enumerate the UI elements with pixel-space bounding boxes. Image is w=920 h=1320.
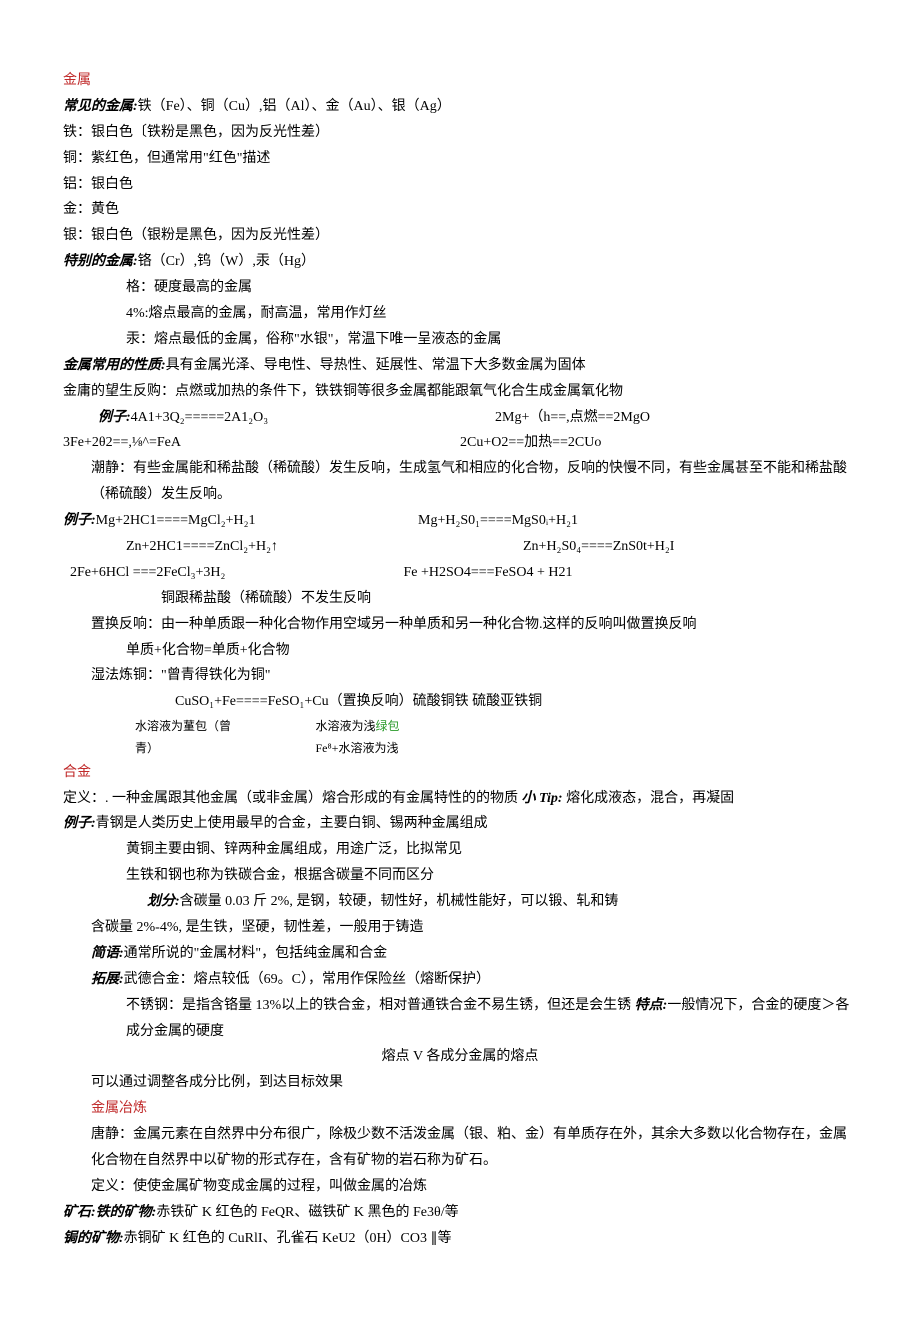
text-special: 铬（Cr）,钨（W）,汞（Hg） xyxy=(138,254,315,269)
line-cu-no-react: 铜跟稀盐酸（稀硫酸）不发生反响 xyxy=(63,586,857,612)
eq-mg-h2so4: Mg+H₂S0₁====MgS0ᵢ+H₂1 xyxy=(418,508,857,534)
label-brief: 简语: xyxy=(91,946,124,961)
eq-mg-o2: 2Mg+（h==,点燃==2MgO xyxy=(495,405,857,431)
line-divide: 划分:含碳量 0.03 斤 2%, 是钢，较硬，韧性好，机械性能好，可以锻、轧和… xyxy=(63,889,857,915)
text-common: 铁（Fe）、铜（Cu）,铝（Al）、金（Au）、银（Ag） xyxy=(138,99,451,114)
line-wet-smelt: 湿法炼铜："曾青得铁化为铜" xyxy=(63,663,857,689)
eq-zn-h2so4: Zn+H₂S0₄====ZnS0t+H₂I xyxy=(523,534,857,560)
row-equation-4: Zn+2HC1====ZnCl₂+H₂↑ Zn+H₂S0₄====ZnS0t+H… xyxy=(63,534,857,560)
text-alloy-def: 定义：. 一种金属跟其他金属（或非金属）熔合形成的有金属特性的的物质 xyxy=(63,791,522,806)
label-iron-ore: 矿石:铁的矿物: xyxy=(63,1205,156,1220)
eq-zn-hcl: Zn+2HC1====ZnCl₂+H₂↑ xyxy=(63,534,523,560)
eq-al-o2: 4A1+3Q₂=====2A1₂O₃ xyxy=(131,410,268,425)
label-copper-ore: 锔的矿物: xyxy=(63,1231,124,1246)
line-displacement-eq: 单质+化合物=单质+化合物 xyxy=(63,638,857,664)
text-expand: 武德合金：熔点较低（69。C），常用作保险丝（熔断保护） xyxy=(124,972,490,987)
line-melting-point: 熔点 V 各成分金属的熔点 xyxy=(63,1044,857,1070)
label-special: 特别的金属: xyxy=(63,254,138,269)
line-gold: 金：黄色 xyxy=(63,197,857,223)
eq-fe-hcl: 2Fe+6HCl ===2FeCl₃+3H₂ xyxy=(63,560,403,586)
line-combustion: 金庸的望生反购：点燃或加热的条件下，铁铁铜等很多金属都能跟氧气化合生成金属氧化物 xyxy=(63,379,857,405)
label-expand: 拓展: xyxy=(91,972,124,987)
label-tip: 小 Tip: xyxy=(522,791,563,806)
line-smelt-intro: 唐静：金属元素在自然界中分布很广，除极少数不活泼金属（银、粕、金）有单质存在外，… xyxy=(63,1122,857,1174)
text-iron-ore: 赤铁矿 K 红色的 FeQR、磁铁矿 K 黑色的 Fe3θ/等 xyxy=(156,1205,458,1220)
text-tip: 熔化成液态，混合，再凝固 xyxy=(563,791,735,806)
section-title-smelting: 金属冶炼 xyxy=(63,1096,857,1122)
line-acid-desc: 潮静：有些金属能和稀盐酸（稀硫酸）发生反响，生成氢气和相应的化合物，反响的快慢不… xyxy=(63,456,857,508)
line-iron-steel: 生铁和钢也称为铁碳合金，根据含碳量不同而区分 xyxy=(63,863,857,889)
row-equation-1: 例子:4A1+3Q₂=====2A1₂O₃ 2Mg+（h==,点燃==2MgO xyxy=(63,405,857,431)
row-equation-2: 3Fe+2θ2==,⅛^=FeA 2Cu+O2==加热==2CUo xyxy=(63,430,857,456)
eq-fe-o2: 3Fe+2θ2==,⅛^=FeA xyxy=(63,430,460,456)
row-equation-3: 例子:Mg+2HC1====MgCl₂+H₂1 Mg+H₂S0₁====MgS0… xyxy=(63,508,857,534)
line-brass: 黄铜主要由铜、锌两种金属组成，用途广泛，比拟常见 xyxy=(63,837,857,863)
line-stainless: 不锈钢：是指含铬量 13%以上的铁合金，相对普通铁合金不易生锈，但还是会生锈 特… xyxy=(63,993,857,1045)
text-properties: 具有金属光泽、导电性、导热性、延展性、常温下大多数金属为固体 xyxy=(166,358,586,373)
text-stainless: 不锈钢：是指含铬量 13%以上的铁合金，相对普通铁合金不易生锈，但还是会生锈 xyxy=(126,998,635,1013)
line-aluminum: 铝：银白色 xyxy=(63,172,857,198)
eq-fe-h2so4: Fe +H2SO4===FeSO4 + H21 xyxy=(403,560,857,586)
row-equation-5: 2Fe+6HCl ===2FeCl₃+3H₂ Fe +H2SO4===FeSO4… xyxy=(63,560,857,586)
line-smelt-def: 定义：使使金属矿物变成金属的过程，叫做金属的冶炼 xyxy=(63,1174,857,1200)
text-bronze: 青钢是人类历史上使用最早的合金，主要白铜、锡两种金属组成 xyxy=(96,816,488,831)
label-example-1: 例子: xyxy=(98,410,131,425)
line-iron-ore: 矿石:铁的矿物:赤铁矿 K 红色的 FeQR、磁铁矿 K 黑色的 Fe3θ/等 xyxy=(63,1200,857,1226)
eq-cu-o2: 2Cu+O2==加热==2CUo xyxy=(460,430,857,456)
line-tungsten: 4%:熔点最高的金属，耐高温，常用作灯丝 xyxy=(63,301,857,327)
line-wet-eq: CuSO₁+Fe====FeSO₁+Cu（置换反响）硫酸铜铁 硫酸亚铁铜 xyxy=(63,689,857,715)
line-alloy-example: 例子:青钢是人类历史上使用最早的合金，主要白铜、锡两种金属组成 xyxy=(63,811,857,837)
wet-col1-b: 青） xyxy=(135,737,316,759)
text-divide: 含碳量 0.03 斤 2%, 是钢，较硬，韧性好，机械性能好，可以锻、轧和铸 xyxy=(180,894,619,909)
wet-col2-pre: 水溶液为浅 xyxy=(316,719,376,733)
line-common-metals: 常见的金属:铁（Fe）、铜（Cu）,铝（Al）、金（Au）、银（Ag） xyxy=(63,94,857,120)
label-example-3: 例子: xyxy=(63,816,96,831)
line-copper-ore: 锔的矿物:赤铜矿 K 红色的 CuRlI、孔雀石 KeU2（0H）CO3 ∥等 xyxy=(63,1226,857,1252)
label-properties: 金属常用的性质: xyxy=(63,358,166,373)
row-wet-colors: 水溶液为蓳包（曾 青） 水溶液为浅绿包 Fe⁸+水溶液为浅 xyxy=(63,715,857,759)
line-brief: 简语:通常所说的"金属材料"，包括纯金属和合金 xyxy=(63,941,857,967)
line-chromium: 格：硬度最高的金属 xyxy=(63,275,857,301)
eq-mg-hcl: Mg+2HC1====MgCl₂+H₂1 xyxy=(96,513,256,528)
line-alloy-def: 定义：. 一种金属跟其他金属（或非金属）熔合形成的有金属特性的的物质 小 Tip… xyxy=(63,786,857,812)
text-brief: 通常所说的"金属材料"，包括纯金属和合金 xyxy=(124,946,387,961)
wet-col2-green: 绿包 xyxy=(376,719,400,733)
line-displacement-def: 置换反响：由一种单质跟一种化合物作用空域另一种单质和另一种化合物.这样的反响叫做… xyxy=(63,612,857,638)
section-title-alloy: 合金 xyxy=(63,760,857,786)
line-silver: 银：银白色（银粉是黑色，因为反光性差） xyxy=(63,223,857,249)
line-adjust: 可以通过调整各成分比例，到达目标效果 xyxy=(63,1070,857,1096)
line-special-metals: 特别的金属:铬（Cr）,钨（W）,汞（Hg） xyxy=(63,249,857,275)
label-divide: 划分: xyxy=(147,894,180,909)
line-mercury: 汞：熔点最低的金属，俗称"水银"，常温下唯一呈液态的金属 xyxy=(63,327,857,353)
text-copper-ore: 赤铜矿 K 红色的 CuRlI、孔雀石 KeU2（0H）CO3 ∥等 xyxy=(124,1231,452,1246)
line-properties: 金属常用的性质:具有金属光泽、导电性、导热性、延展性、常温下大多数金属为固体 xyxy=(63,353,857,379)
label-feature: 特点: xyxy=(635,998,668,1013)
label-common: 常见的金属: xyxy=(63,99,138,114)
wet-col3: Fe⁸+水溶液为浅 xyxy=(316,737,587,759)
line-expand: 拓展:武德合金：熔点较低（69。C），常用作保险丝（熔断保护） xyxy=(63,967,857,993)
line-pig-iron: 含碳量 2%-4%, 是生铁，坚硬，韧性差，一般用于铸造 xyxy=(63,915,857,941)
line-iron: 铁：银白色〔铁粉是黑色，因为反光性差） xyxy=(63,120,857,146)
line-copper: 铜：紫红色，但通常用"红色"描述 xyxy=(63,146,857,172)
wet-col1-a: 水溶液为蓳包（曾 xyxy=(135,715,316,737)
section-title-metals: 金属 xyxy=(63,68,857,94)
label-example-2: 例子: xyxy=(63,513,96,528)
